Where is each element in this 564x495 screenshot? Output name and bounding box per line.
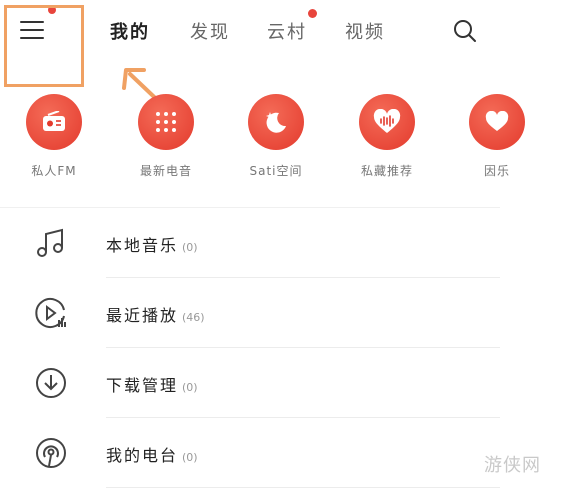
feature-yinle[interactable]: 因乐 (462, 94, 532, 179)
tab-mine[interactable]: 我的 (110, 18, 150, 44)
tab-discover[interactable]: 发现 (190, 18, 230, 44)
feature-label: 私藏推荐 (360, 164, 413, 178)
feature-label: Sati空间 (249, 164, 303, 178)
feature-label: 最新电音 (139, 164, 192, 178)
list-item-recent-play[interactable]: 最近播放 (46) (0, 278, 500, 348)
download-icon (34, 366, 68, 400)
moon-star-icon (248, 94, 304, 150)
list-item-download-manage[interactable]: 下载管理 (0) (0, 348, 500, 418)
list-item-count: (46) (182, 311, 205, 324)
heart-wave-icon (359, 94, 415, 150)
tab-video[interactable]: 视频 (345, 18, 385, 44)
feature-sati-space[interactable]: Sati空间 (241, 94, 311, 179)
list-item-count: (0) (182, 381, 198, 394)
row-divider (106, 487, 500, 488)
watermark-text: 游侠网 (484, 455, 541, 476)
list-item-title: 我的电台 (106, 446, 179, 465)
list-item-title: 下载管理 (106, 376, 179, 395)
heart-icon (469, 94, 525, 150)
list-item-count: (0) (182, 451, 198, 464)
music-note-icon (34, 226, 68, 260)
search-icon[interactable] (452, 18, 478, 44)
menu-highlight-box (4, 5, 84, 87)
app-screen: 我的 发现 云村 视频 私人FM 最新电音 Sati空间 私藏推荐 因乐 本地音… (0, 0, 525, 495)
tab-cloud-village[interactable]: 云村 (267, 18, 307, 44)
recent-play-icon (34, 296, 68, 330)
list-item-title: 最近播放 (106, 306, 179, 325)
feature-label: 因乐 (483, 164, 510, 178)
list-item-my-radio[interactable]: 我的电台 (0) (0, 418, 500, 488)
dots-grid-icon (138, 94, 194, 150)
tab-notification-badge (308, 9, 317, 18)
list-item-title: 本地音乐 (106, 236, 179, 255)
podcast-icon (34, 436, 68, 470)
radio-icon (26, 94, 82, 150)
list-item-local-music[interactable]: 本地音乐 (0) (0, 208, 500, 278)
feature-personal-fm[interactable]: 私人FM (19, 94, 89, 179)
feature-private-recommend[interactable]: 私藏推荐 (352, 94, 422, 179)
feature-label: 私人FM (31, 164, 77, 178)
feature-new-electronic[interactable]: 最新电音 (131, 94, 201, 179)
list-item-count: (0) (182, 241, 198, 254)
